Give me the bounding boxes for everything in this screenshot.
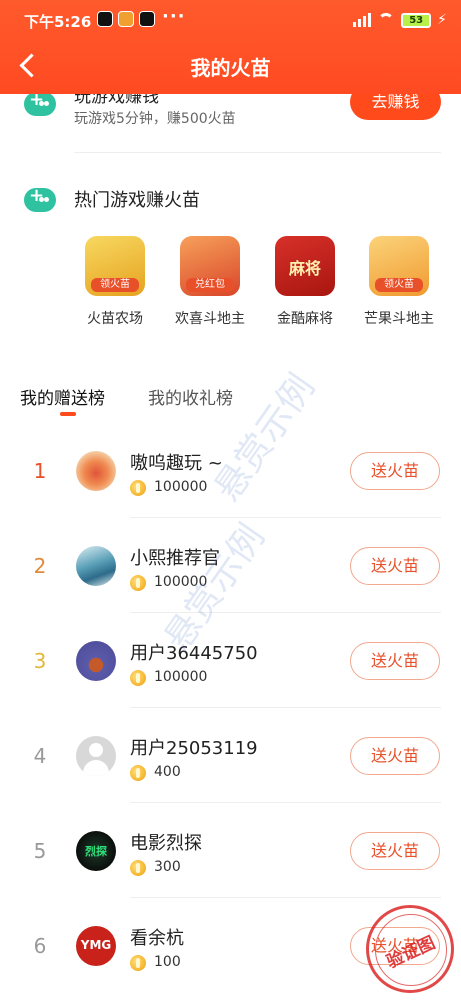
game-item[interactable]: 领火苗 芒果斗地主 xyxy=(349,236,449,328)
header: 下午5:26 ··· 53 ⚡ 我的火苗 xyxy=(0,0,461,94)
game-thumbnail: 麻将 xyxy=(275,236,335,296)
user-name[interactable]: 用户25053119 xyxy=(130,734,258,760)
earn-subtitle: 玩游戏5分钟，赚500火苗 xyxy=(74,111,236,127)
avatar[interactable] xyxy=(76,546,116,586)
rank-number: 3 xyxy=(33,649,47,673)
send-flame-button[interactable]: 送火苗 xyxy=(350,642,440,680)
game-item[interactable]: 兑红包 欢喜斗地主 xyxy=(160,236,260,328)
user-name[interactable]: 小熙推荐官 xyxy=(130,544,220,570)
coin-icon xyxy=(130,480,146,496)
signal-icon xyxy=(353,13,372,27)
game-badge: 兑红包 xyxy=(186,278,234,292)
game-label: 火苗农场 xyxy=(87,311,143,327)
rank-number: 1 xyxy=(33,459,47,483)
game-thumbnail: 领火苗 xyxy=(85,236,145,296)
default-user-icon xyxy=(89,743,103,757)
coin-icon xyxy=(130,765,146,781)
page-title: 我的火苗 xyxy=(190,56,271,80)
flame-amount: 100000 xyxy=(154,479,208,495)
coin-icon xyxy=(130,575,146,591)
user-name[interactable]: 看余杭 xyxy=(130,924,184,950)
flame-amount: 100000 xyxy=(154,669,208,685)
game-badge: 麻将 xyxy=(288,259,321,278)
avatar[interactable] xyxy=(76,451,116,491)
default-user-body xyxy=(83,760,109,776)
send-flame-button[interactable]: 送火苗 xyxy=(350,737,440,775)
rank-number: 6 xyxy=(33,934,47,958)
hot-games-title: 热门游戏赚火苗 xyxy=(74,190,200,211)
flame-amount: 100 xyxy=(154,954,181,970)
coin-icon xyxy=(130,955,146,971)
user-name[interactable]: 用户36445750 xyxy=(130,639,258,665)
status-more: ··· xyxy=(162,6,186,27)
flame-amount: 100000 xyxy=(154,574,208,590)
send-flame-button[interactable]: 送火苗 xyxy=(350,832,440,870)
coin-icon xyxy=(130,670,146,686)
game-thumbnail: 领火苗 xyxy=(369,236,429,296)
gamepad-icon xyxy=(24,89,56,116)
tiktok-icon xyxy=(139,11,155,27)
divider xyxy=(74,152,441,153)
leaderboard-row: 4 用户25053119 400 送火苗 xyxy=(0,708,461,803)
avatar[interactable]: 烈探 xyxy=(76,831,116,871)
coin-icon xyxy=(130,860,146,876)
tab-indicator xyxy=(60,412,76,416)
game-label: 金酷麻将 xyxy=(277,311,333,327)
rank-number: 4 xyxy=(33,744,47,768)
tab-gift-sent[interactable]: 我的赠送榜 xyxy=(20,384,105,409)
tab-gift-received[interactable]: 我的收礼榜 xyxy=(148,384,233,409)
battery-icon: 53 xyxy=(401,12,432,28)
status-bar: 下午5:26 ··· 53 ⚡ xyxy=(0,0,461,40)
avatar[interactable] xyxy=(76,736,116,776)
avatar[interactable] xyxy=(76,641,116,681)
game-badge: 领火苗 xyxy=(91,278,139,292)
game-label: 芒果斗地主 xyxy=(364,311,434,327)
game-badge: 领火苗 xyxy=(375,278,423,292)
game-item[interactable]: 麻将 金酷麻将 xyxy=(255,236,355,328)
send-flame-button[interactable]: 送火苗 xyxy=(350,452,440,490)
status-indicators: 53 ⚡ xyxy=(353,10,447,30)
game-label: 欢喜斗地主 xyxy=(175,311,245,327)
rank-number: 5 xyxy=(33,839,47,863)
send-flame-button[interactable]: 送火苗 xyxy=(350,547,440,585)
hot-games-list: 领火苗 火苗农场 兑红包 欢喜斗地主 麻将 金酷麻将 领火苗 芒果斗地主 xyxy=(0,236,461,336)
leaderboard-row: 1 嗷呜趣玩 ~ 100000 送火苗 xyxy=(0,423,461,518)
avatar-text: 烈探 xyxy=(85,845,107,858)
leaderboard-row: 5 烈探 电影烈探 300 送火苗 xyxy=(0,803,461,898)
charging-icon: ⚡ xyxy=(437,12,447,28)
game-item[interactable]: 领火苗 火苗农场 xyxy=(65,236,165,328)
status-time: 下午5:26 xyxy=(24,13,92,31)
gamepad-icon xyxy=(24,185,56,212)
user-name[interactable]: 电影烈探 xyxy=(130,829,202,855)
avatar[interactable]: YMG xyxy=(76,926,116,966)
flame-amount: 400 xyxy=(154,764,181,780)
flame-amount: 300 xyxy=(154,859,181,875)
verification-stamp: 验证图 xyxy=(366,905,454,993)
game-thumbnail: 兑红包 xyxy=(180,236,240,296)
avatar-text: YMG xyxy=(80,938,112,952)
tiktok-icon xyxy=(97,11,113,27)
app-icon xyxy=(118,11,134,27)
leaderboard-row: 2 小熙推荐官 100000 送火苗 xyxy=(0,518,461,613)
wifi-icon xyxy=(377,13,395,27)
user-name[interactable]: 嗷呜趣玩 ~ xyxy=(130,449,223,475)
leaderboard-row: 3 用户36445750 100000 送火苗 xyxy=(0,613,461,708)
rank-number: 2 xyxy=(33,554,47,578)
